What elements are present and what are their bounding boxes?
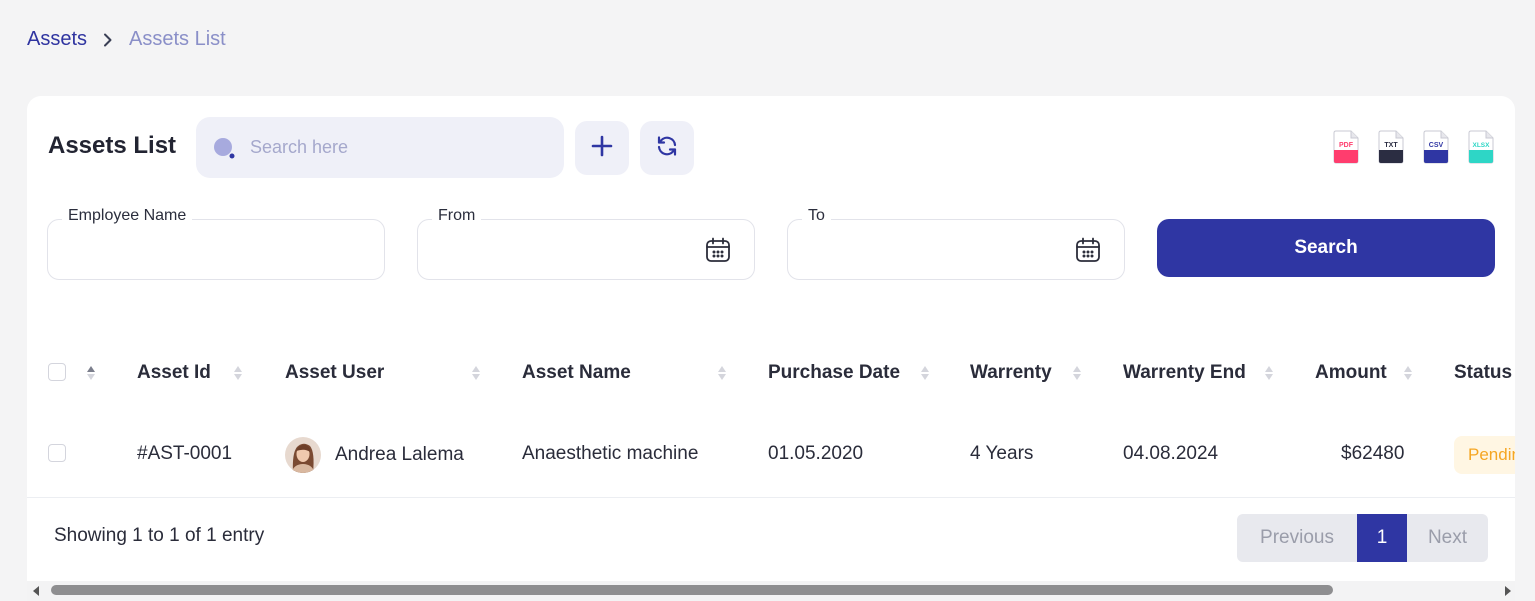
status-badge: Pending — [1454, 436, 1515, 474]
cell-warrenty: 4 Years — [970, 443, 1034, 464]
xlsx-file-icon[interactable]: XLSX — [1467, 130, 1495, 164]
page-1-button[interactable]: 1 — [1357, 514, 1407, 562]
breadcrumb: Assets Assets List — [27, 28, 226, 51]
cell-asset-id: #AST-0001 — [137, 443, 233, 464]
sort-icon[interactable] — [1072, 362, 1082, 384]
csv-label: CSV — [1429, 142, 1444, 149]
sort-icon[interactable] — [233, 362, 243, 384]
col-asset-user[interactable]: Asset User — [285, 361, 384, 385]
sort-icon[interactable] — [86, 362, 96, 384]
from-date-field: From — [417, 207, 755, 280]
plus-icon — [591, 135, 613, 162]
search-icon — [212, 136, 236, 160]
sort-icon[interactable] — [920, 362, 930, 384]
cell-asset-name: Anaesthetic machine — [522, 443, 699, 464]
sort-icon[interactable] — [717, 362, 727, 384]
pagination: Previous 1 Next — [1237, 514, 1488, 562]
search-box — [196, 117, 564, 178]
col-status[interactable]: Status — [1454, 361, 1512, 385]
avatar — [285, 437, 321, 473]
pdf-file-icon[interactable]: PDF — [1332, 130, 1360, 164]
search-button[interactable]: Search — [1157, 219, 1495, 277]
cell-purchase-date: 01.05.2020 — [768, 443, 864, 464]
horizontal-scrollbar[interactable] — [27, 581, 1515, 601]
col-purchase-date[interactable]: Purchase Date — [768, 361, 900, 385]
to-date-label: To — [802, 207, 831, 225]
cell-amount: $62480 — [1341, 443, 1405, 464]
select-all-checkbox[interactable] — [48, 363, 66, 381]
scrollbar-thumb[interactable] — [51, 585, 1333, 595]
sort-icon[interactable] — [471, 362, 481, 384]
previous-page-button[interactable]: Previous — [1237, 514, 1357, 562]
scroll-right-icon[interactable] — [1504, 585, 1512, 597]
xlsx-label: XLSX — [1473, 142, 1491, 149]
col-warrenty[interactable]: Warrenty — [970, 361, 1052, 385]
asset-user-name: Andrea Lalema — [335, 444, 464, 465]
employee-name-field: Employee Name — [47, 207, 385, 280]
pagination-info: Showing 1 to 1 of 1 entry — [54, 525, 265, 546]
next-page-button[interactable]: Next — [1407, 514, 1488, 562]
search-input[interactable] — [250, 137, 530, 158]
scroll-left-icon[interactable] — [32, 585, 40, 597]
refresh-button[interactable] — [640, 121, 694, 175]
txt-label: TXT — [1384, 142, 1398, 149]
assets-list-card: Assets List PDF — [27, 96, 1515, 601]
employee-name-label: Employee Name — [62, 207, 193, 225]
employee-name-input[interactable] — [48, 220, 384, 279]
to-date-field: To — [787, 207, 1125, 280]
row-checkbox[interactable] — [48, 444, 66, 462]
col-asset-name[interactable]: Asset Name — [522, 361, 631, 385]
add-asset-button[interactable] — [575, 121, 629, 175]
from-date-label: From — [432, 207, 482, 225]
pdf-label: PDF — [1339, 142, 1354, 149]
breadcrumb-current: Assets List — [129, 28, 226, 50]
calendar-icon[interactable] — [1074, 236, 1102, 264]
csv-file-icon[interactable]: CSV — [1422, 130, 1450, 164]
chevron-right-icon — [103, 33, 113, 47]
col-asset-id[interactable]: Asset Id — [137, 361, 211, 385]
breadcrumb-assets-link[interactable]: Assets — [27, 28, 87, 51]
cell-warrenty-end: 04.08.2024 — [1123, 443, 1219, 464]
col-warrenty-end[interactable]: Warrenty End — [1123, 361, 1246, 385]
refresh-icon — [655, 134, 679, 163]
cell-asset-user[interactable]: Andrea Lalema — [285, 436, 464, 474]
row-divider — [27, 497, 1515, 498]
export-buttons: PDF TXT CSV XLSX — [1332, 130, 1495, 164]
sort-icon[interactable] — [1264, 362, 1274, 384]
page-title: Assets List — [48, 132, 177, 159]
sort-icon[interactable] — [1403, 362, 1413, 384]
txt-file-icon[interactable]: TXT — [1377, 130, 1405, 164]
col-amount[interactable]: Amount — [1315, 361, 1387, 385]
calendar-icon[interactable] — [704, 236, 732, 264]
